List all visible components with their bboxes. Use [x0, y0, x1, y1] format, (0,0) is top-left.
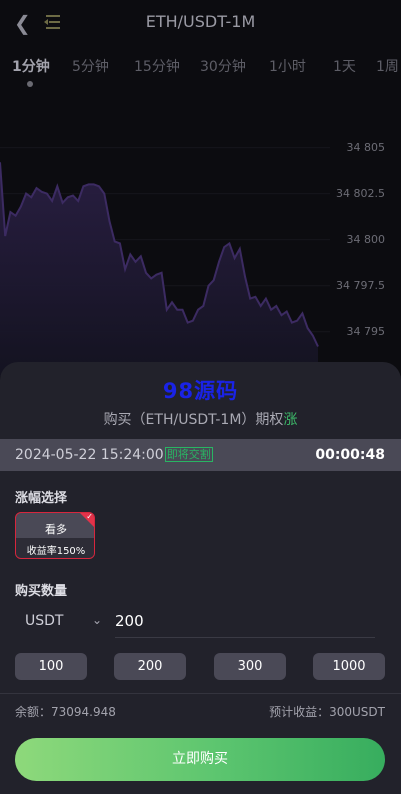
y-tick-label: 34 795	[346, 324, 386, 338]
tab-15min[interactable]: 15分钟	[134, 56, 180, 76]
tab-1day[interactable]: 1天	[333, 56, 356, 76]
preset-button-200[interactable]: 200	[114, 653, 186, 680]
tab-30min[interactable]: 30分钟	[200, 56, 246, 76]
order-subtitle: 购买（ETH/USDT-1M）期权涨	[0, 409, 401, 429]
price-chart: 34 805 34 802.5 34 800 34 797.5 34 795	[0, 96, 401, 376]
tab-1hour[interactable]: 1小时	[269, 56, 306, 76]
quantity-section-label: 购买数量	[15, 584, 68, 599]
page-title: ETH/USDT-1M	[145, 12, 256, 31]
y-tick-label: 34 805	[346, 140, 386, 154]
tab-1week[interactable]: 1周	[376, 56, 399, 76]
divider	[0, 693, 401, 694]
option-card-bullish[interactable]: 看多 收益率150% ✓	[15, 512, 95, 559]
order-subtitle-prefix: 购买（ETH/USDT-1M）期权	[103, 412, 284, 428]
interval-tabs: 1分钟 5分钟 15分钟 30分钟 1小时 1天 1周	[0, 56, 401, 90]
amount-input[interactable]: 200	[115, 612, 375, 638]
option-rate: 收益率150%	[26, 546, 86, 557]
tab-5min[interactable]: 5分钟	[72, 56, 109, 76]
buy-now-button[interactable]: 立即购买	[15, 738, 385, 781]
order-sheet: 98源码 购买（ETH/USDT-1M）期权涨 2024-05-22 15:24…	[0, 362, 401, 794]
watermark-text: 98源码	[162, 379, 239, 403]
y-tick-label: 34 802.5	[336, 186, 385, 200]
tab-1min[interactable]: 1分钟	[12, 56, 50, 76]
price-chart-svg	[0, 147, 330, 376]
expected-profit-text: 预计收益：300USDT	[269, 705, 385, 719]
chevron-down-icon[interactable]: ⌄	[92, 613, 102, 627]
currency-select[interactable]: USDT	[25, 613, 63, 629]
checkmark-icon: ✓	[86, 512, 93, 521]
status-badge: 即将交割	[164, 447, 213, 462]
direction-label: 涨	[283, 412, 298, 428]
delivery-datetime: 2024-05-22 15:24:00 即将交割	[15, 447, 213, 463]
top-bar: ❮ ETH/USDT-1M	[0, 0, 401, 46]
preset-button-1000[interactable]: 1000	[313, 653, 385, 680]
countdown-timer: 00:00:48	[315, 447, 385, 463]
active-tab-indicator	[27, 81, 33, 87]
rise-section-label: 涨幅选择	[15, 491, 68, 506]
y-tick-label: 34 800	[346, 232, 386, 246]
y-tick-label: 34 797.5	[336, 278, 385, 292]
balance-text: 余额：73094.948	[15, 705, 116, 719]
delivery-time-bar: 2024-05-22 15:24:00 即将交割 00:00:48	[0, 439, 401, 471]
preset-button-300[interactable]: 300	[214, 653, 286, 680]
preset-button-100[interactable]: 100	[15, 653, 87, 680]
datetime-text: 2024-05-22 15:24:00	[15, 447, 164, 463]
